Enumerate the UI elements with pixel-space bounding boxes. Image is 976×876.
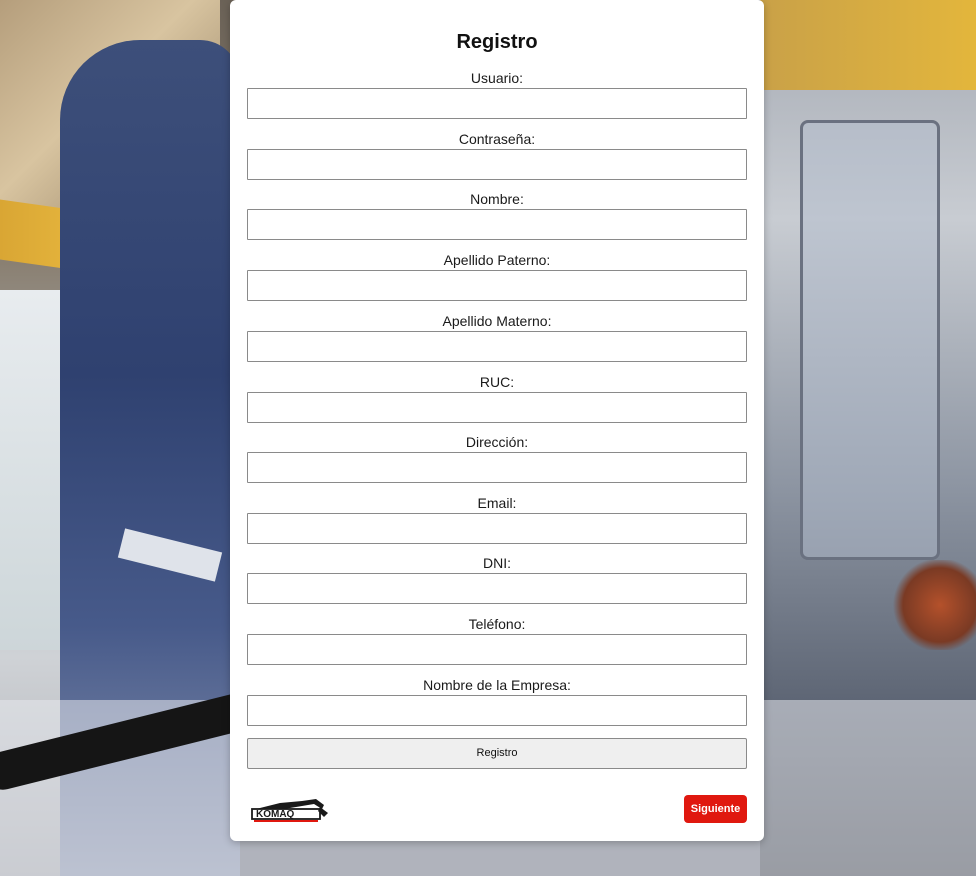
direccion-input[interactable] <box>247 452 747 483</box>
excavator-logo-icon: KOMAQ <box>251 799 328 822</box>
contrasena-label: Contraseña: <box>458 131 536 147</box>
telefono-input[interactable] <box>247 634 747 665</box>
ruc-label: RUC: <box>479 374 515 390</box>
email-label: Email: <box>477 495 517 511</box>
direccion-label: Dirección: <box>465 434 529 450</box>
apellido-materno-input[interactable] <box>247 331 747 362</box>
nombre-empresa-input[interactable] <box>247 695 747 726</box>
siguiente-button[interactable]: Siguiente <box>684 795 747 823</box>
usuario-input[interactable] <box>247 88 747 119</box>
nombre-input[interactable] <box>247 209 747 240</box>
email-input[interactable] <box>247 513 747 544</box>
apellido-materno-label: Apellido Materno: <box>442 313 552 329</box>
field-ruc: RUC: <box>247 372 747 423</box>
field-telefono: Teléfono: <box>247 614 747 665</box>
field-contrasena: Contraseña: <box>247 129 747 180</box>
telefono-label: Teléfono: <box>468 616 526 632</box>
field-direccion: Dirección: <box>247 432 747 483</box>
field-apellido-materno: Apellido Materno: <box>247 311 747 362</box>
nombre-label: Nombre: <box>470 191 524 207</box>
page-title: Registro <box>456 31 538 53</box>
dni-input[interactable] <box>247 573 747 604</box>
registration-card: Registro Usuario: Contraseña: Nombre: Ap… <box>230 0 764 841</box>
field-usuario: Usuario: <box>247 68 747 119</box>
field-apellido-paterno: Apellido Paterno: <box>247 250 747 301</box>
ruc-input[interactable] <box>247 392 747 423</box>
logo-text: KOMAQ <box>256 809 295 820</box>
registro-submit-button[interactable]: Registro <box>247 738 747 769</box>
field-nombre-empresa: Nombre de la Empresa: <box>247 675 747 726</box>
dni-label: DNI: <box>483 555 511 571</box>
field-dni: DNI: <box>247 553 747 604</box>
nombre-empresa-label: Nombre de la Empresa: <box>423 677 571 693</box>
usuario-label: Usuario: <box>470 70 524 86</box>
contrasena-input[interactable] <box>247 149 747 180</box>
apellido-paterno-input[interactable] <box>247 270 747 301</box>
komaq-logo: KOMAQ <box>250 795 330 825</box>
field-nombre: Nombre: <box>247 189 747 240</box>
apellido-paterno-label: Apellido Paterno: <box>443 252 551 268</box>
field-email: Email: <box>247 493 747 544</box>
